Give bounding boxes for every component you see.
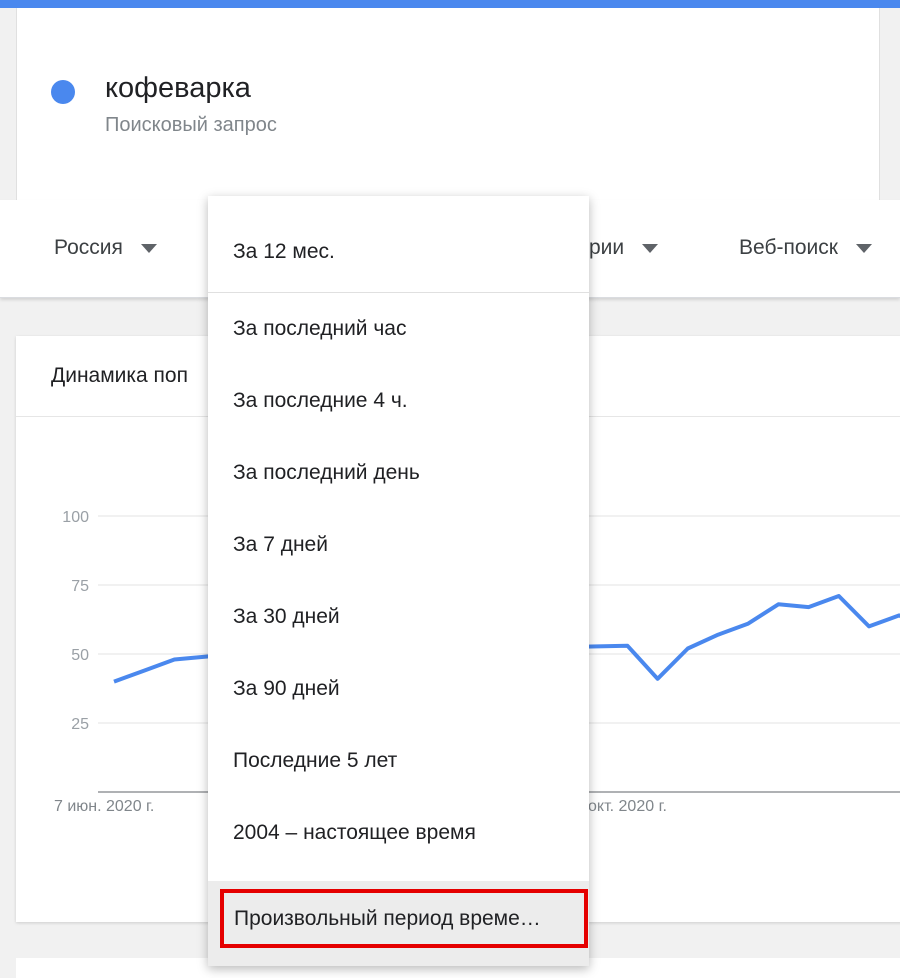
- series-color-dot: [51, 80, 75, 104]
- dropdown-selected-value[interactable]: За 12 мес.: [233, 240, 335, 264]
- option-5-years[interactable]: Последние 5 лет: [208, 725, 589, 797]
- category-filter[interactable]: рии: [589, 236, 659, 260]
- option-2004-present[interactable]: 2004 – настоящее время: [208, 797, 589, 869]
- category-filter-label: рии: [589, 236, 625, 259]
- option-custom-range[interactable]: Произвольный период време…: [220, 889, 588, 948]
- y-tick-label: 25: [71, 716, 89, 733]
- option-7-days[interactable]: За 7 дней: [208, 509, 589, 581]
- y-tick-label: 50: [71, 647, 89, 664]
- search-term-card: кофеварка Поисковый запрос: [16, 8, 880, 200]
- x-tick-label: окт. 2020 г.: [588, 798, 667, 815]
- option-last-day[interactable]: За последний день: [208, 437, 589, 509]
- search-term-name[interactable]: кофеварка: [105, 72, 251, 105]
- custom-range-footer: Произвольный период време…: [208, 881, 589, 966]
- caret-down-icon: [642, 243, 659, 253]
- dropdown-options: За последний час За последние 4 ч. За по…: [208, 293, 589, 869]
- region-filter[interactable]: Россия: [54, 236, 157, 260]
- option-last-4-hours[interactable]: За последние 4 ч.: [208, 365, 589, 437]
- y-tick-label: 100: [62, 509, 89, 526]
- region-filter-label: Россия: [54, 236, 123, 259]
- option-30-days[interactable]: За 30 дней: [208, 581, 589, 653]
- search-type-filter-label: Веб-поиск: [739, 236, 838, 259]
- top-accent-bar: [0, 0, 900, 8]
- option-90-days[interactable]: За 90 дней: [208, 653, 589, 725]
- time-range-dropdown[interactable]: За 12 мес. За последний час За последние…: [208, 196, 589, 966]
- caret-down-icon: [140, 243, 157, 253]
- search-term-type: Поисковый запрос: [105, 114, 277, 136]
- caret-down-icon: [855, 243, 872, 253]
- x-tick-label: 7 июн. 2020 г.: [54, 798, 154, 815]
- y-tick-label: 75: [71, 578, 89, 595]
- option-last-hour[interactable]: За последний час: [208, 293, 589, 365]
- search-type-filter[interactable]: Веб-поиск: [739, 236, 872, 260]
